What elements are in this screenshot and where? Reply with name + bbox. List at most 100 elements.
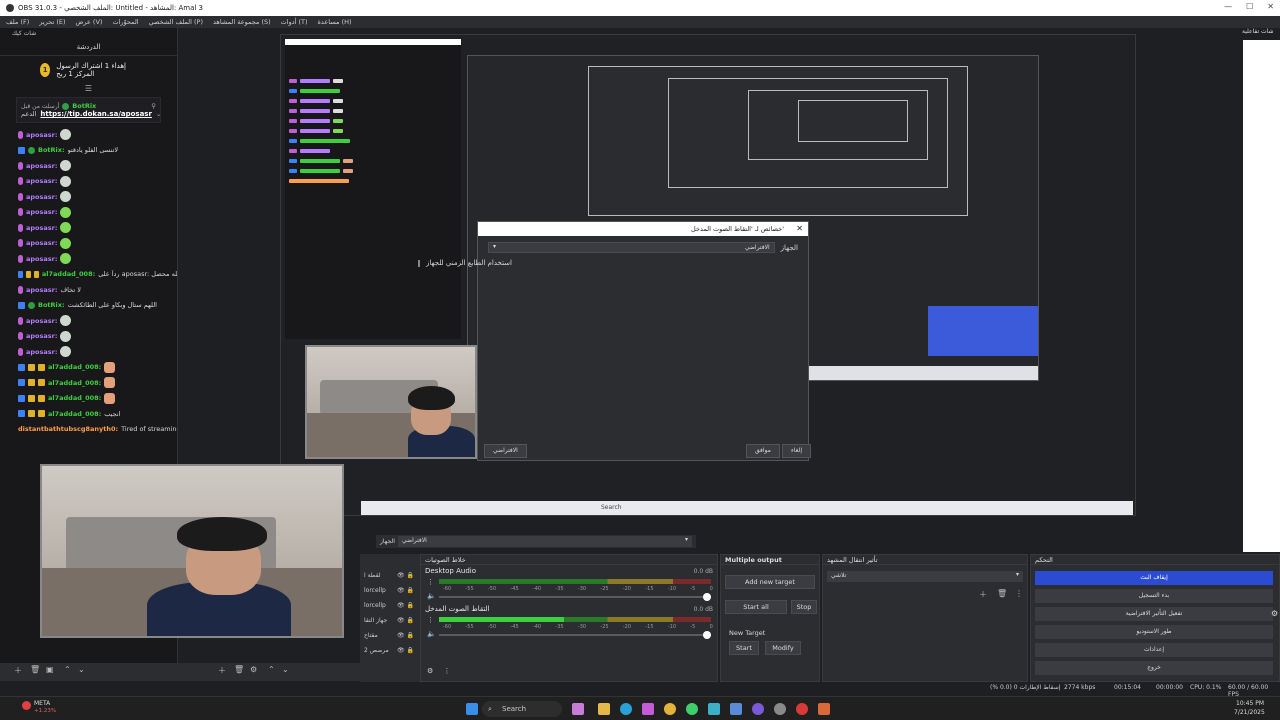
- windows-start-icon[interactable]: [466, 703, 478, 715]
- chat-username[interactable]: al7addad_008:: [48, 410, 101, 418]
- delete-scene-icon[interactable]: 🗑: [30, 665, 40, 674]
- stop-all-button[interactable]: Stop: [791, 600, 817, 614]
- menu-dots-icon[interactable]: ⋮: [427, 616, 434, 624]
- source-item[interactable]: lorcellp 👁 🔒: [360, 583, 420, 598]
- volume-slider[interactable]: [439, 631, 711, 639]
- visibility-lock-icon[interactable]: 👁 🔒: [397, 602, 414, 609]
- minimize-button[interactable]: —: [1224, 2, 1232, 11]
- stream-preview[interactable]: خصائص لـ 'التقاط الصوت المدخل' ✕ الجهاز …: [280, 34, 1136, 516]
- chrome-icon[interactable]: [664, 703, 676, 715]
- menu-help[interactable]: مساعدة (H): [318, 18, 352, 26]
- chat-username[interactable]: distantbathtubscg8anyth0:: [18, 425, 118, 433]
- chat-username[interactable]: aposasr:: [26, 177, 57, 185]
- visibility-lock-icon[interactable]: 👁 🔒: [397, 632, 414, 639]
- gear-icon[interactable]: ⚙: [427, 667, 433, 675]
- chat-username[interactable]: BotRix:: [38, 301, 65, 309]
- messenger-icon[interactable]: [686, 703, 698, 715]
- add-scene-icon[interactable]: ＋: [14, 665, 22, 676]
- volume-slider[interactable]: [439, 593, 711, 601]
- chat-username[interactable]: al7addad_008:: [48, 363, 101, 371]
- sources-list[interactable]: لقطة ا 👁 🔒 lorcellp 👁 🔒 lorcellp 👁 🔒 جهاز التق…: [360, 568, 420, 658]
- source-up-icon[interactable]: ⌃: [268, 665, 275, 674]
- chat-username[interactable]: aposasr:: [26, 208, 57, 216]
- visibility-lock-icon[interactable]: 👁 🔒: [397, 587, 414, 594]
- chevron-down-icon[interactable]: ⌄: [156, 110, 161, 118]
- source-down-icon[interactable]: ⌄: [282, 665, 289, 674]
- taskbar-search[interactable]: ⌕ Search: [482, 701, 562, 717]
- stop-streaming-button[interactable]: إيقاف البث: [1035, 571, 1273, 585]
- source-item[interactable]: lorcellp 👁 🔒: [360, 598, 420, 613]
- ok-button[interactable]: موافق: [746, 444, 780, 458]
- chat-username[interactable]: al7addad_008:: [48, 394, 101, 402]
- chat-username[interactable]: aposasr:: [26, 255, 57, 263]
- menu-view[interactable]: عرض (V): [76, 18, 103, 26]
- source-settings-icon[interactable]: ⚙: [250, 665, 257, 674]
- visibility-lock-icon[interactable]: 👁 🔒: [397, 617, 414, 624]
- studio-mode-button[interactable]: طور الاستوديو: [1035, 625, 1273, 639]
- weather-icon[interactable]: [22, 701, 31, 710]
- menu-dots-icon[interactable]: ⋮: [427, 578, 434, 586]
- close-button[interactable]: ✕: [1267, 2, 1274, 11]
- pin-icon[interactable]: ⚲: [151, 102, 156, 110]
- chat-username[interactable]: aposasr:: [26, 239, 57, 247]
- editor-icon[interactable]: [818, 703, 830, 715]
- chat-username[interactable]: aposasr:: [26, 162, 57, 170]
- settings-icon[interactable]: [774, 703, 786, 715]
- widgets-icon[interactable]: [572, 703, 584, 715]
- obs-icon[interactable]: [796, 703, 808, 715]
- start-all-button[interactable]: Start all: [725, 600, 787, 614]
- delete-transition-icon[interactable]: 🗑: [997, 589, 1007, 598]
- add-source-icon[interactable]: ＋: [218, 665, 226, 676]
- chat-username[interactable]: al7addad_008:: [42, 270, 95, 278]
- maximize-button[interactable]: ☐: [1246, 2, 1253, 11]
- source-item[interactable]: مرصص 2 👁 🔒: [360, 643, 420, 658]
- chat-username[interactable]: al7addad_008:: [48, 379, 101, 387]
- file-explorer-icon[interactable]: [598, 703, 610, 715]
- add-target-button[interactable]: Add new target: [725, 575, 815, 589]
- modify-target-button[interactable]: Modify: [765, 641, 801, 655]
- transition-select[interactable]: تلاشي ▾: [827, 571, 1023, 582]
- chat-username[interactable]: aposasr:: [26, 224, 57, 232]
- menu-profile[interactable]: الملف الشخصي (P): [149, 18, 203, 26]
- edge-icon[interactable]: [620, 703, 632, 715]
- start-recording-button[interactable]: بدء التسجيل: [1035, 589, 1273, 603]
- chat-username[interactable]: aposasr:: [26, 286, 57, 294]
- clock-time[interactable]: 10:45 PM: [1236, 700, 1264, 707]
- menu-dots-icon[interactable]: ⋮: [444, 667, 451, 675]
- virtual-camera-button[interactable]: تفعيل التأثير الافتراضية: [1035, 607, 1273, 621]
- cancel-button[interactable]: إلغاء: [782, 444, 812, 458]
- app-icon[interactable]: [752, 703, 764, 715]
- source-item[interactable]: مقتاح 👁 🔒: [360, 628, 420, 643]
- settings-button[interactable]: إعدادات: [1035, 643, 1273, 657]
- speaker-icon[interactable]: 🔈: [427, 592, 436, 600]
- move-down-icon[interactable]: ⌄: [78, 665, 85, 674]
- menu-edit[interactable]: تحرير (E): [39, 18, 65, 26]
- menu-docks[interactable]: المحوّرات: [112, 18, 138, 26]
- clock-date[interactable]: 7/21/2025: [1234, 709, 1265, 716]
- source-item[interactable]: لقطة ا 👁 🔒: [360, 568, 420, 583]
- move-up-icon[interactable]: ⌃: [64, 665, 71, 674]
- device-select[interactable]: الافتراضي ▾: [488, 242, 775, 253]
- chat-username[interactable]: aposasr:: [26, 348, 57, 356]
- chat-username[interactable]: aposasr:: [26, 317, 57, 325]
- menu-scene-collection[interactable]: مجموعة المشاهد (S): [213, 18, 271, 26]
- menu-lines-icon[interactable]: ☰: [0, 84, 177, 93]
- menu-file[interactable]: ملف (F): [6, 18, 29, 26]
- chat-username[interactable]: aposasr:: [26, 131, 57, 139]
- add-transition-icon[interactable]: ＋: [979, 589, 987, 600]
- chat-message-list[interactable]: aposasr: BotRix: لاتنسى الفلو يادقتو aposas…: [0, 127, 177, 437]
- chat-username[interactable]: aposasr:: [26, 332, 57, 340]
- chat-username[interactable]: BotRix:: [38, 146, 65, 154]
- exit-button[interactable]: خروج: [1035, 661, 1273, 675]
- menu-tools[interactable]: أدوات (T): [281, 18, 308, 26]
- visibility-lock-icon[interactable]: 👁 🔒: [397, 647, 414, 654]
- right-dock-browser[interactable]: [1243, 40, 1280, 552]
- pinned-link[interactable]: https://tip.dokan.sa/aposasr: [40, 110, 152, 118]
- speaker-icon[interactable]: 🔈: [427, 630, 436, 638]
- dialog-close-button[interactable]: ✕: [796, 224, 803, 233]
- source-item[interactable]: جهاز التقا 👁 🔒: [360, 613, 420, 628]
- photos-icon[interactable]: [708, 703, 720, 715]
- calendar-icon[interactable]: [730, 703, 742, 715]
- timestamp-checkbox[interactable]: [417, 259, 420, 267]
- delete-source-icon[interactable]: 🗑: [234, 665, 244, 674]
